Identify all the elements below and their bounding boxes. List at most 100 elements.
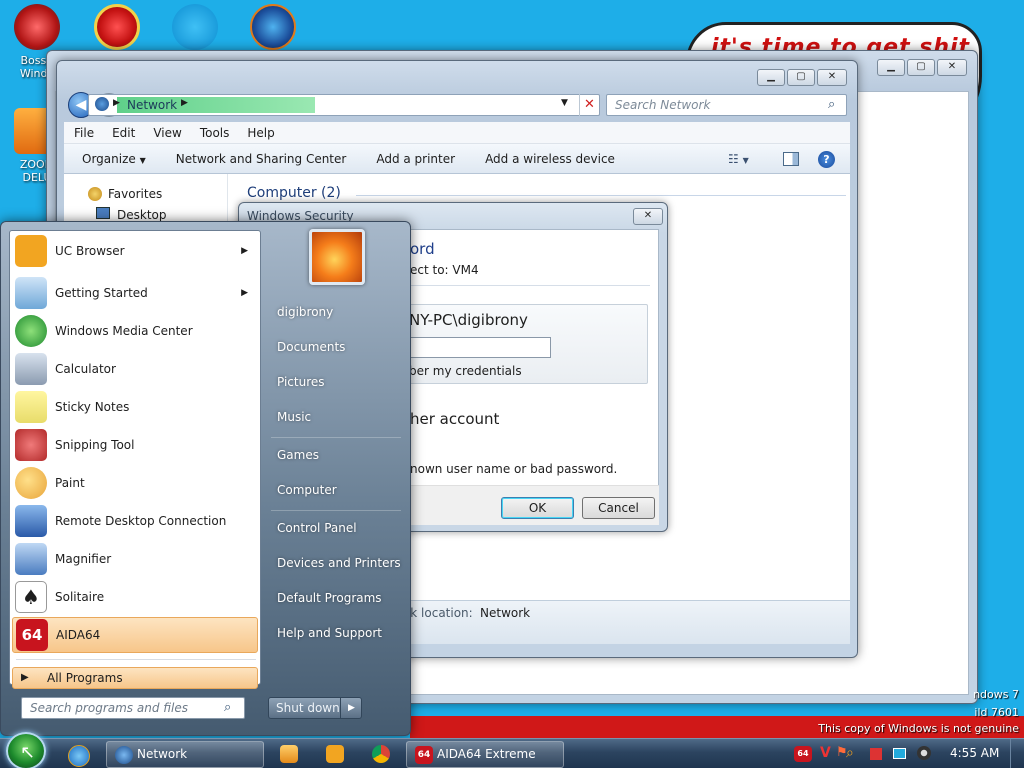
program-remote-desktop[interactable]: Remote Desktop Connection [12,503,258,539]
program-label: Windows Media Center [55,324,193,338]
nav-favorites[interactable]: Favorites [108,187,162,201]
dialog-close-button[interactable]: ✕ [633,208,663,225]
dialog-subheading: ect to: VM4 [410,263,479,277]
program-calculator[interactable]: Calculator [12,351,258,387]
submenu-arrow-icon[interactable]: ▶ [241,246,248,256]
globe-icon [250,4,296,50]
maximize-button[interactable]: ▢ [787,69,815,86]
program-label: Remote Desktop Connection [55,514,227,528]
tray-red-icon[interactable] [870,748,882,760]
start-item-control-panel[interactable]: Control Panel [277,521,357,535]
program-snipping-tool[interactable]: Snipping Tool [12,427,258,463]
tray-display-icon[interactable] [893,748,906,759]
search-icon[interactable]: ⌕ [828,97,835,112]
p-app-icon [94,4,140,50]
shutdown-label: Shut down [276,701,340,715]
remember-credentials-label[interactable]: ber my credentials [409,364,522,378]
stop-icon[interactable]: ✕ [579,94,599,116]
program-label: Sticky Notes [55,400,130,414]
help-icon[interactable]: ? [818,151,835,168]
all-programs-button[interactable]: ▶ All Programs [12,667,258,689]
submenu-arrow-icon[interactable]: ▶ [241,288,248,298]
program-label: AIDA64 [56,628,101,642]
start-item-devices-printers[interactable]: Devices and Printers [277,556,401,570]
start-item-user[interactable]: digibrony [277,305,333,319]
network-sharing-center-button[interactable]: Network and Sharing Center [176,152,347,166]
start-item-computer[interactable]: Computer [277,483,337,497]
show-desktop-button[interactable] [1010,739,1024,768]
start-menu[interactable]: UC Browser ▶ Getting Started ▶ Windows M… [0,221,411,736]
views-icon[interactable]: ☷ ▼ [728,152,749,166]
clock[interactable]: 4:55 AM [950,746,999,760]
program-uc-browser[interactable]: UC Browser ▶ [12,233,258,269]
program-sticky-notes[interactable]: Sticky Notes [12,389,258,425]
menu-edit[interactable]: Edit [112,126,135,140]
tray-speaker-icon[interactable] [917,746,931,760]
search-icon[interactable]: ⌕ [224,700,231,715]
program-aida64[interactable]: 64 AIDA64 [12,617,258,653]
internet-explorer-icon[interactable] [68,745,90,767]
menu-view[interactable]: View [153,126,181,140]
desktop-icon-skype[interactable] [160,4,230,54]
close-button[interactable]: ✕ [937,59,967,76]
bossk-icon [14,4,60,50]
add-printer-button[interactable]: Add a printer [376,152,455,166]
uc-browser-icon[interactable] [326,745,344,763]
aida64-icon: 64 [16,619,48,651]
desktop-icon-p[interactable] [82,4,152,54]
breadcrumb-chevron-icon[interactable]: ▶ [181,98,188,108]
taskbar-network-button[interactable]: Network [106,741,264,768]
program-paint[interactable]: Paint [12,465,258,501]
program-magnifier[interactable]: Magnifier [12,541,258,577]
tray-antivirus-icon[interactable]: V [820,745,831,761]
program-label: Getting Started [55,286,148,300]
menu-help[interactable]: Help [247,126,274,140]
start-right-divider [271,510,401,511]
menu-file[interactable]: File [74,126,94,140]
shutdown-options-icon[interactable]: ▶ [340,697,362,719]
breadcrumb[interactable]: Network [127,98,177,112]
start-item-games[interactable]: Games [277,448,319,462]
use-another-account[interactable]: her account [410,410,499,428]
aida64-icon: 64 [415,746,433,764]
media-player-icon[interactable] [280,745,298,763]
favorites-star-icon [88,187,102,201]
close-button[interactable]: ✕ [817,69,847,86]
minimize-button[interactable]: ▁ [757,69,785,86]
address-dropdown-icon[interactable]: ▼ [561,98,568,108]
address-bar[interactable]: ▶ Network ▶ ▼ ✕ [88,94,600,116]
program-getting-started[interactable]: Getting Started ▶ [12,275,258,311]
windows-media-center-icon [15,315,47,347]
nav-desktop[interactable]: Desktop [117,208,167,222]
error-message: nown user name or bad password. [410,462,618,476]
add-wireless-device-button[interactable]: Add a wireless device [485,152,615,166]
chevron-down-icon: ▼ [139,155,146,165]
password-input[interactable] [409,337,551,358]
start-item-pictures[interactable]: Pictures [277,375,325,389]
start-item-documents[interactable]: Documents [277,340,345,354]
maximize-button[interactable]: ▢ [907,59,935,76]
start-item-music[interactable]: Music [277,410,311,424]
tray-search-icon[interactable]: ⌕ [846,745,854,761]
taskbar: Network 64 AIDA64 Extreme 64 V ⚑ ⌕ 4:55 … [0,738,1024,768]
desktop-icon-globe[interactable] [238,4,308,54]
preview-pane-icon[interactable] [783,152,799,166]
taskbar-network-label: Network [137,747,188,761]
organize-button[interactable]: Organize ▼ [82,152,146,166]
menu-tools[interactable]: Tools [200,126,230,140]
program-solitaire[interactable]: ♠ Solitaire [12,579,258,615]
taskbar-aida64-button[interactable]: 64 AIDA64 Extreme [406,741,564,768]
program-label: Paint [55,476,85,490]
user-picture[interactable] [309,229,365,285]
minimize-button[interactable]: ▁ [877,59,905,76]
ok-button[interactable]: OK [501,497,574,519]
program-windows-media-center[interactable]: Windows Media Center [12,313,258,349]
start-item-default-programs[interactable]: Default Programs [277,591,382,605]
cancel-button[interactable]: Cancel [582,497,655,519]
group-header[interactable]: Computer (2) [247,185,341,201]
start-search-input[interactable]: Search programs and files [21,697,245,719]
chrome-icon[interactable] [372,745,390,763]
tray-aida64-icon[interactable]: 64 [794,746,812,762]
explorer-search-input[interactable]: Search Network [606,94,847,116]
start-item-help-support[interactable]: Help and Support [277,626,382,640]
